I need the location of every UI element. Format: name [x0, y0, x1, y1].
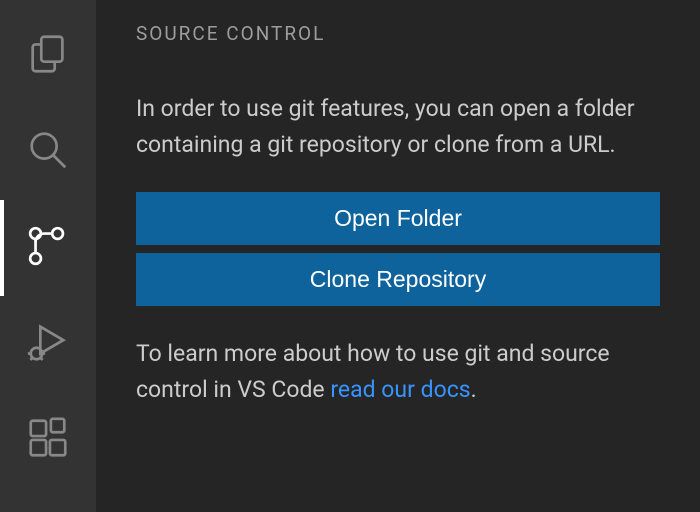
- activity-source-control[interactable]: [0, 200, 96, 296]
- clone-repository-button[interactable]: Clone Repository: [136, 253, 660, 306]
- activity-bar: [0, 0, 96, 512]
- sidebar-title: SOURCE CONTROL: [136, 22, 660, 45]
- activity-explorer[interactable]: [0, 8, 96, 104]
- run-debug-icon: [25, 319, 71, 369]
- docs-link[interactable]: read our docs: [330, 376, 470, 403]
- workbench: SOURCE CONTROL In order to use git featu…: [0, 0, 700, 512]
- open-folder-button[interactable]: Open Folder: [136, 192, 660, 245]
- welcome-message: In order to use git features, you can op…: [136, 91, 660, 162]
- activity-run-debug[interactable]: [0, 296, 96, 392]
- help-text: To learn more about how to use git and s…: [136, 336, 660, 407]
- files-icon: [25, 31, 71, 81]
- search-icon: [25, 127, 71, 177]
- activity-extensions[interactable]: [0, 392, 96, 488]
- help-suffix: .: [471, 376, 477, 403]
- source-control-sidebar: SOURCE CONTROL In order to use git featu…: [96, 0, 700, 512]
- activity-search[interactable]: [0, 104, 96, 200]
- extensions-icon: [25, 415, 71, 465]
- source-control-icon: [25, 223, 71, 273]
